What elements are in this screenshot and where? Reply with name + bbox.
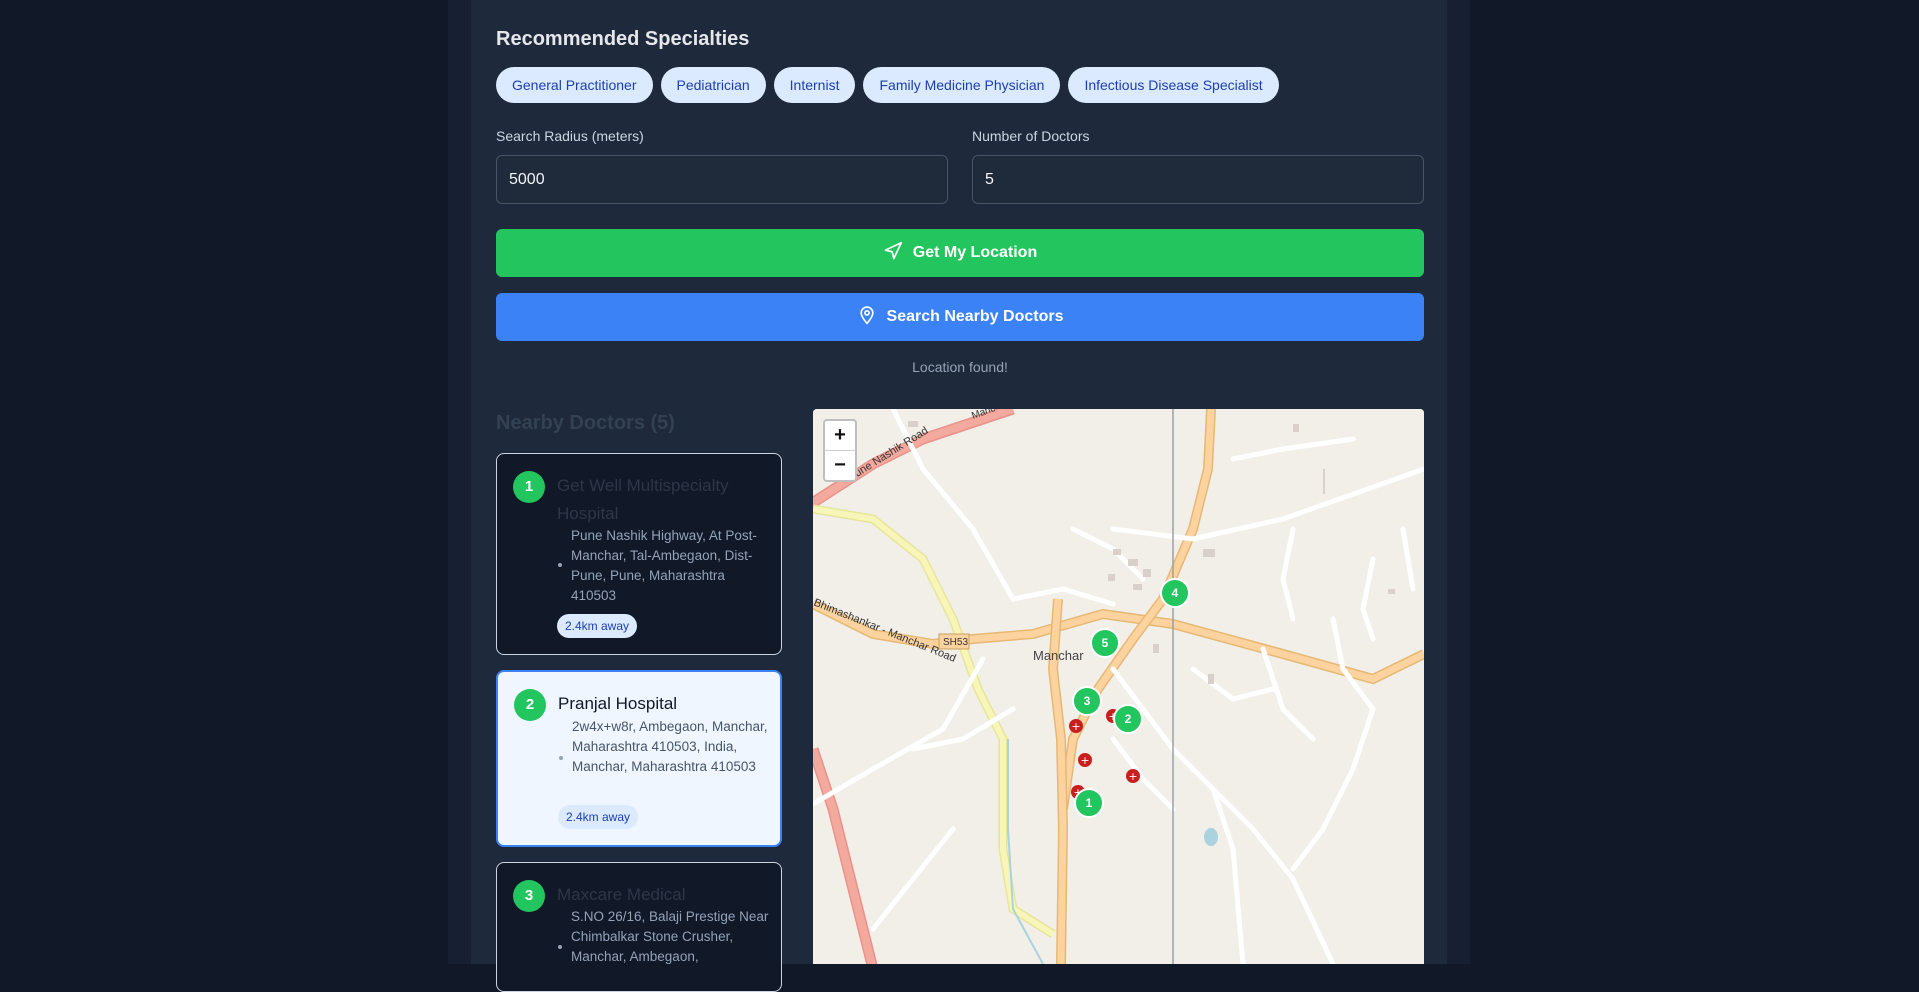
- specialty-chip[interactable]: Pediatrician: [660, 67, 766, 103]
- radius-input[interactable]: 5000: [496, 155, 948, 204]
- doctor-number-badge: 2: [514, 689, 546, 721]
- nearby-doctors-title: Nearby Doctors (5): [496, 412, 675, 434]
- location-status: Location found!: [912, 359, 1008, 375]
- specialties-title: Recommended Specialties: [496, 28, 750, 50]
- zoom-out-button[interactable]: −: [825, 451, 855, 480]
- doctor-name: Get Well Multispecialty Hospital: [557, 476, 729, 523]
- doctor-card-selected[interactable]: 2 Pranjal Hospital 2w4x+w8r, Ambegaon, M…: [496, 670, 782, 847]
- doctor-card[interactable]: 3 Maxcare Medical S.NO 26/16, Balaji Pre…: [496, 862, 782, 992]
- svg-text:+: +: [1080, 754, 1089, 767]
- doctor-number-badge: 3: [513, 880, 545, 912]
- doctor-card[interactable]: 1 Get Well Multispecialty Hospital Pune …: [496, 453, 782, 655]
- distance-badge: 2.4km away: [557, 614, 638, 638]
- doctor-address: 2w4x+w8r, Ambegaon, Manchar, Maharashtra…: [572, 719, 768, 774]
- doctor-name: Pranjal Hospital: [558, 694, 678, 713]
- doctor-name: Maxcare Medical: [557, 885, 686, 904]
- doctor-count-label: Number of Doctors: [972, 128, 1090, 144]
- map-zoom-control: + −: [823, 419, 857, 482]
- navigation-arrow-icon: [883, 241, 903, 266]
- svg-text:+: +: [1128, 770, 1137, 783]
- specialty-chip[interactable]: Infectious Disease Specialist: [1068, 67, 1279, 103]
- map-view[interactable]: Pune Nashik Road Manc Bhimashankar - Man…: [813, 409, 1424, 964]
- doctor-number-badge: 1: [513, 471, 545, 503]
- specialty-chip[interactable]: General Practitioner: [496, 67, 653, 103]
- radius-label: Search Radius (meters): [496, 128, 644, 144]
- search-doctors-label: Search Nearby Doctors: [886, 308, 1064, 325]
- svg-text:+: +: [1071, 720, 1080, 733]
- specialty-chip[interactable]: Internist: [773, 67, 856, 103]
- map-town-label: Manchar: [1033, 648, 1084, 663]
- search-doctors-button[interactable]: Search Nearby Doctors: [496, 293, 1424, 341]
- map-pin-icon: [857, 305, 877, 330]
- specialty-chips: General Practitioner Pediatrician Intern…: [496, 67, 1279, 103]
- bullet-dot: [558, 563, 562, 567]
- map-marker-label: 2: [1125, 712, 1132, 726]
- doctor-count-input[interactable]: 5: [972, 155, 1424, 204]
- bullet-dot: [559, 756, 563, 760]
- map-tiles: Pune Nashik Road Manc Bhimashankar - Man…: [813, 409, 1424, 964]
- distance-badge: 2.4km away: [558, 805, 639, 829]
- get-location-button[interactable]: Get My Location: [496, 229, 1424, 277]
- doctor-address: S.NO 26/16, Balaji Prestige Near Chimbal…: [571, 909, 769, 964]
- map-road-code: SH53: [943, 637, 968, 648]
- map-marker-label: 3: [1084, 694, 1091, 708]
- get-location-label: Get My Location: [912, 244, 1038, 261]
- map-marker-label: 5: [1102, 636, 1109, 650]
- map-marker-label: 4: [1172, 586, 1179, 600]
- zoom-in-button[interactable]: +: [825, 421, 855, 451]
- specialty-chip[interactable]: Family Medicine Physician: [863, 67, 1061, 103]
- doctor-address: Pune Nashik Highway, At Post- Manchar, T…: [571, 528, 757, 603]
- map-marker-label: 1: [1086, 796, 1093, 810]
- bullet-dot: [558, 945, 562, 949]
